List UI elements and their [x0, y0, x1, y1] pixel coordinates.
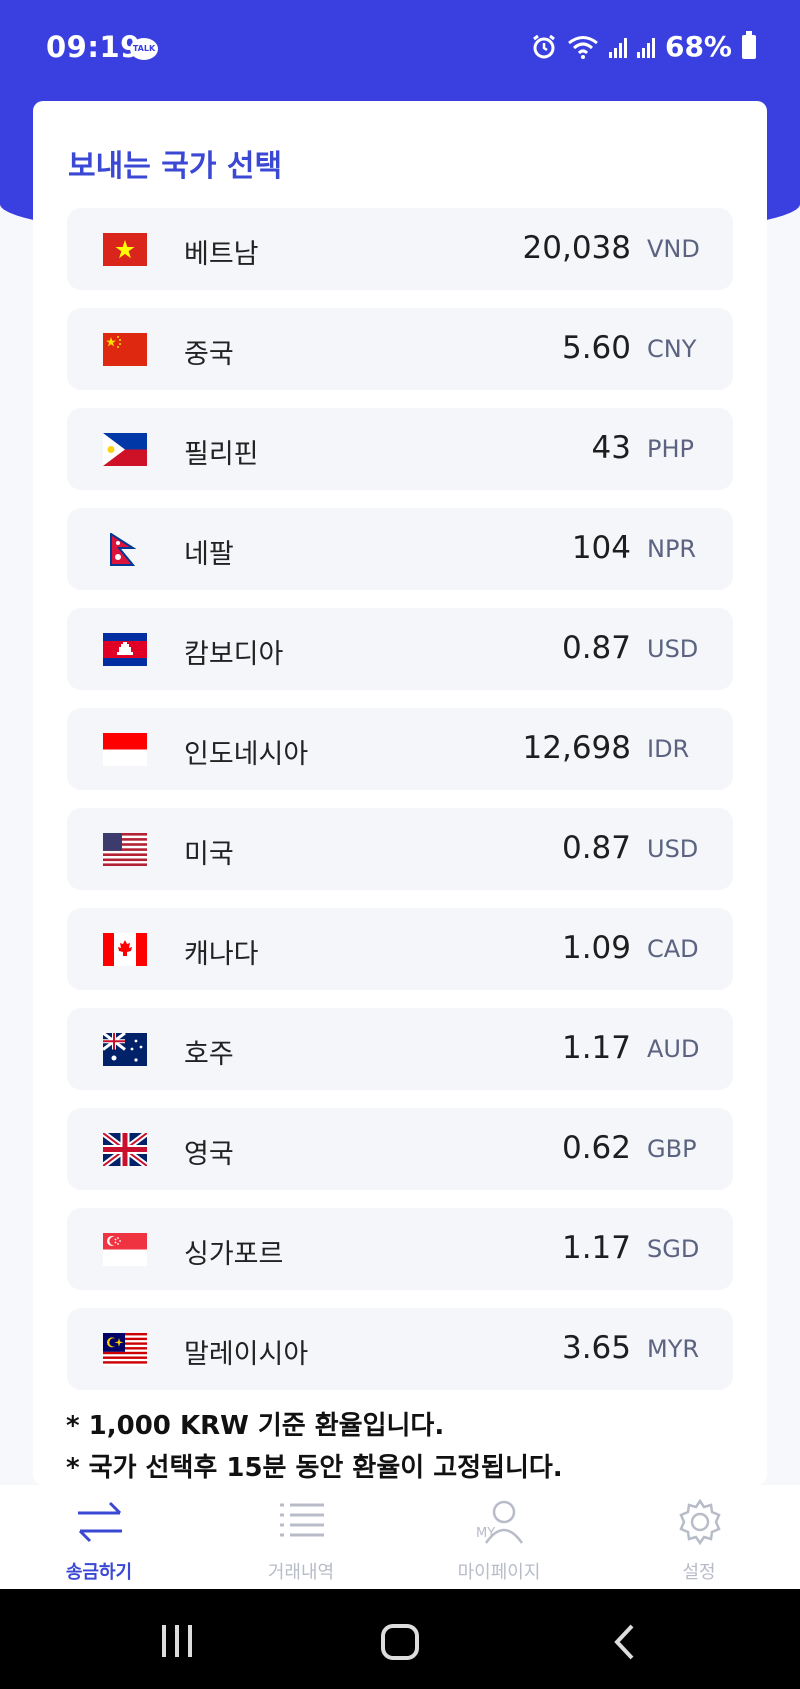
currency-code: NPR	[647, 535, 697, 563]
tab-label: 마이페이지	[457, 1562, 541, 1583]
tab-label: 송금하기	[65, 1562, 133, 1583]
battery-percent: 68%	[664, 30, 732, 63]
mypage-icon: MY	[476, 1500, 524, 1544]
country-name: 베트남	[184, 239, 259, 270]
currency-code: CAD	[647, 935, 699, 963]
country-row-usa[interactable]: 미국 0.87 USD	[67, 808, 733, 890]
country-select-card: 보내는 국가 선택 베트남 20,038 VND 중국 5.60 CNY 필리핀…	[33, 101, 767, 1485]
country-name: 영국	[184, 1139, 234, 1170]
exchange-rate: 0.62	[561, 1130, 631, 1166]
status-time: 09:19	[46, 30, 141, 64]
talk-notification-icon: TALK	[130, 38, 158, 60]
country-name: 인도네시아	[184, 739, 309, 770]
country-name: 호주	[184, 1039, 234, 1070]
singapore-flag-icon	[103, 1233, 147, 1266]
svg-text:MY: MY	[476, 1526, 495, 1541]
country-name: 싱가포르	[184, 1239, 284, 1270]
country-row-indonesia[interactable]: 인도네시아 12,698 IDR	[67, 708, 733, 790]
country-row-nepal[interactable]: 네팔 104 NPR	[67, 508, 733, 590]
philippines-flag-icon	[103, 433, 147, 466]
exchange-rate: 20,038	[522, 230, 631, 266]
country-row-china[interactable]: 중국 5.60 CNY	[67, 308, 733, 390]
back-icon[interactable]	[612, 1623, 638, 1661]
page-title: 보내는 국가 선택	[68, 149, 283, 184]
battery-icon	[742, 30, 756, 59]
exchange-rate: 43	[591, 430, 631, 466]
gear-icon	[679, 1499, 721, 1545]
exchange-rate: 3.65	[561, 1330, 631, 1366]
canada-flag-icon	[103, 933, 147, 966]
nepal-flag-icon	[110, 533, 137, 566]
bottom-tab-bar: 송금하기 거래내역 MY 마이페이지 설정	[0, 1485, 800, 1589]
currency-code: USD	[647, 835, 699, 863]
currency-code: SGD	[647, 1235, 700, 1263]
tab-transfer[interactable]: 송금하기	[34, 1485, 164, 1589]
wifi-icon	[568, 35, 598, 59]
cambodia-flag-icon	[103, 633, 147, 666]
currency-code: MYR	[647, 1335, 700, 1363]
exchange-rate: 1.09	[561, 930, 631, 966]
exchange-rate: 0.87	[561, 830, 631, 866]
country-name: 필리핀	[184, 439, 259, 470]
currency-code: PHP	[647, 435, 694, 463]
exchange-rate: 1.17	[561, 1030, 631, 1066]
country-row-australia[interactable]: 호주 1.17 AUD	[67, 1008, 733, 1090]
country-name: 말레이시아	[184, 1339, 309, 1370]
malaysia-flag-icon	[103, 1333, 147, 1366]
vietnam-flag-icon	[103, 233, 147, 266]
country-name: 중국	[184, 339, 234, 370]
system-nav-bar	[0, 1589, 800, 1689]
tab-mypage[interactable]: MY 마이페이지	[434, 1485, 564, 1589]
exchange-rate: 104	[571, 530, 631, 566]
status-icons: 68%	[531, 30, 756, 63]
country-row-vietnam[interactable]: 베트남 20,038 VND	[67, 208, 733, 290]
china-flag-icon	[103, 333, 147, 366]
exchange-rate: 1.17	[561, 1230, 631, 1266]
country-name: 네팔	[184, 539, 234, 570]
usa-flag-icon	[103, 833, 147, 866]
history-list-icon	[280, 1503, 324, 1537]
recent-apps-icon[interactable]	[158, 1623, 196, 1659]
country-row-singapore[interactable]: 싱가포르 1.17 SGD	[67, 1208, 733, 1290]
country-row-cambodia[interactable]: 캄보디아 0.87 USD	[67, 608, 733, 690]
currency-code: USD	[647, 635, 699, 663]
country-name: 미국	[184, 839, 234, 870]
indonesia-flag-icon	[103, 733, 147, 766]
note-base-rate: * 1,000 KRW 기준 환율입니다.	[66, 1411, 445, 1441]
currency-code: IDR	[647, 735, 690, 763]
country-row-canada[interactable]: 캐나다 1.09 CAD	[67, 908, 733, 990]
currency-code: CNY	[647, 335, 697, 363]
country-name: 캄보디아	[184, 639, 284, 670]
tab-label: 설정	[682, 1562, 716, 1583]
australia-flag-icon	[103, 1033, 147, 1066]
status-bar: 09:19 TALK 68%	[0, 0, 800, 84]
signal-roaming-icon	[636, 36, 655, 58]
exchange-rate: 5.60	[561, 330, 631, 366]
country-row-uk[interactable]: 영국 0.62 GBP	[67, 1108, 733, 1190]
alarm-icon	[533, 34, 555, 58]
signal-icon	[608, 36, 627, 58]
tab-label: 거래내역	[267, 1562, 335, 1583]
transfer-icon	[78, 1501, 122, 1543]
note-rate-lock: * 국가 선택후 15분 동안 환율이 고정됩니다.	[66, 1453, 563, 1483]
home-icon[interactable]	[380, 1623, 420, 1661]
exchange-rate: 12,698	[522, 730, 631, 766]
currency-code: AUD	[647, 1035, 700, 1063]
exchange-notes: * 1,000 KRW 기준 환율입니다. * 국가 선택후 15분 동안 환율…	[66, 1405, 563, 1489]
uk-flag-icon	[103, 1133, 147, 1166]
currency-code: GBP	[647, 1135, 697, 1163]
currency-code: VND	[647, 235, 700, 263]
country-row-malaysia[interactable]: 말레이시아 3.65 MYR	[67, 1308, 733, 1390]
exchange-rate: 0.87	[561, 630, 631, 666]
tab-history[interactable]: 거래내역	[236, 1485, 366, 1589]
country-list: 베트남 20,038 VND 중국 5.60 CNY 필리핀 43 PHP 네팔…	[67, 208, 733, 1408]
country-name: 캐나다	[184, 939, 259, 970]
country-row-philippines[interactable]: 필리핀 43 PHP	[67, 408, 733, 490]
tab-settings[interactable]: 설정	[634, 1485, 764, 1589]
